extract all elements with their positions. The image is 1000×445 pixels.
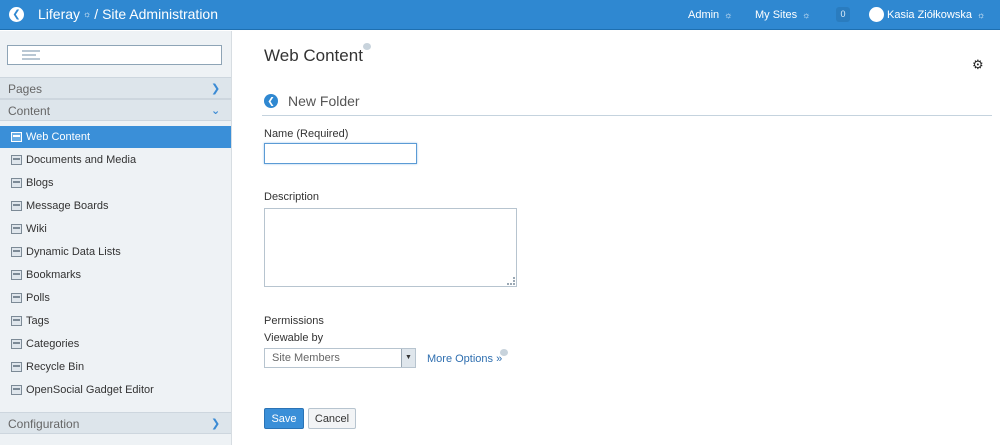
recycle-bin-icon [11,362,22,372]
sidebar-section-configuration[interactable]: Configuration ❯ [0,412,231,434]
blogs-icon [11,178,22,188]
sidebar-item-wiki[interactable]: Wiki [0,218,231,240]
dropdown-arrow-icon[interactable]: ▼ [401,349,415,367]
sidebar-item-opensocial-gadget-editor[interactable]: OpenSocial Gadget Editor [0,379,231,401]
sidebar-item-label: OpenSocial Gadget Editor [26,384,154,396]
user-menu-icon: ☼ [976,10,986,20]
back-arrow-icon[interactable]: ❮ [9,7,24,22]
more-options-link[interactable]: More Options » [427,353,502,366]
chevron-right-icon: ❯ [211,418,221,430]
my-sites-icon: ☼ [802,10,811,20]
sidebar-section-pages[interactable]: Pages ❯ [0,77,231,99]
product-name[interactable]: Liferay [38,6,80,22]
my-sites-menu[interactable]: My Sites ☼ [755,8,810,22]
sidebar-item-label: Message Boards [26,200,109,212]
notification-badge[interactable]: 0 [836,7,850,22]
viewable-by-value: Site Members [272,352,340,364]
viewable-by-label: Viewable by [264,332,324,344]
viewable-by-select[interactable]: Site Members ▼ [264,348,416,368]
web-content-icon [11,132,22,142]
title-separator: / [94,6,99,22]
sidebar-item-label: Wiki [26,223,47,235]
admin-menu[interactable]: Admin ☼ [688,8,732,22]
save-button[interactable]: Save [264,408,304,429]
documents-icon [11,155,22,165]
sidebar-item-label: Recycle Bin [26,361,85,373]
sidebar: Pages ❯ Content ⌄ Web Content Documents … [0,31,232,445]
section-name: Site Administration [102,6,219,22]
wiki-icon [11,224,22,234]
sidebar-item-documents-and-media[interactable]: Documents and Media [0,149,231,171]
sidebar-item-label: Blogs [26,177,54,189]
sidebar-search-input[interactable] [7,45,222,65]
admin-menu-label: Admin [688,9,720,21]
sidebar-section-content[interactable]: Content ⌄ [0,99,231,121]
message-boards-icon [11,201,22,211]
sidebar-item-tags[interactable]: Tags [0,310,231,332]
data-lists-icon [11,247,22,257]
form-title: New Folder [288,93,360,109]
top-bar: ❮ Liferay ☼ / Site Administration Admin ☼ M… [0,0,1000,30]
sidebar-item-label: Categories [26,338,80,350]
admin-menu-icon: ☼ [724,10,733,20]
user-menu[interactable]: Kasia Ziółkowska ☼ [887,8,985,22]
sidebar-item-bookmarks[interactable]: Bookmarks [0,264,231,286]
sidebar-item-label: Polls [26,292,50,304]
sidebar-item-label: Documents and Media [26,154,137,166]
my-sites-label: My Sites [755,9,798,21]
bookmarks-icon [11,270,22,280]
description-label: Description [264,191,320,203]
sidebar-item-label: Tags [26,315,50,327]
divider [262,115,992,116]
app-title: Liferay ☼ / Site Administration [38,6,218,25]
resize-handle-icon[interactable] [507,277,515,285]
name-label: Name (Required) [264,128,349,140]
sidebar-item-label: Dynamic Data Lists [26,246,121,258]
section-label-pages: Pages [8,82,43,96]
section-label-configuration: Configuration [8,417,80,431]
tags-icon [11,316,22,326]
sidebar-item-dynamic-data-lists[interactable]: Dynamic Data Lists [0,241,231,263]
filter-icon [22,50,40,60]
page-title: Web Content [264,46,363,65]
help-icon[interactable] [363,43,371,50]
sidebar-item-blogs[interactable]: Blogs [0,172,231,194]
name-field[interactable] [264,143,417,164]
gadget-editor-icon [11,385,22,395]
gear-icon[interactable]: ⚙ [972,58,984,71]
categories-icon [11,339,22,349]
cancel-button[interactable]: Cancel [308,408,356,429]
back-icon[interactable]: ❮ [264,94,278,108]
permissions-label: Permissions [264,315,324,327]
description-field[interactable] [264,208,517,287]
chevron-right-icon: ❯ [211,83,221,95]
avatar[interactable] [869,7,884,22]
user-name: Kasia Ziółkowska [887,9,972,21]
sidebar-item-categories[interactable]: Categories [0,333,231,355]
sidebar-item-polls[interactable]: Polls [0,287,231,309]
sidebar-item-label: Bookmarks [26,269,82,281]
sidebar-item-label: Web Content [26,131,91,143]
polls-icon [11,293,22,303]
help-icon[interactable] [500,349,508,356]
sidebar-item-recycle-bin[interactable]: Recycle Bin [0,356,231,378]
sidebar-item-web-content[interactable]: Web Content [0,126,231,148]
chevron-down-icon: ⌄ [211,105,221,117]
sidebar-item-message-boards[interactable]: Message Boards [0,195,231,217]
product-menu-icon[interactable]: ☼ [83,9,91,19]
section-label-content: Content [8,104,51,118]
